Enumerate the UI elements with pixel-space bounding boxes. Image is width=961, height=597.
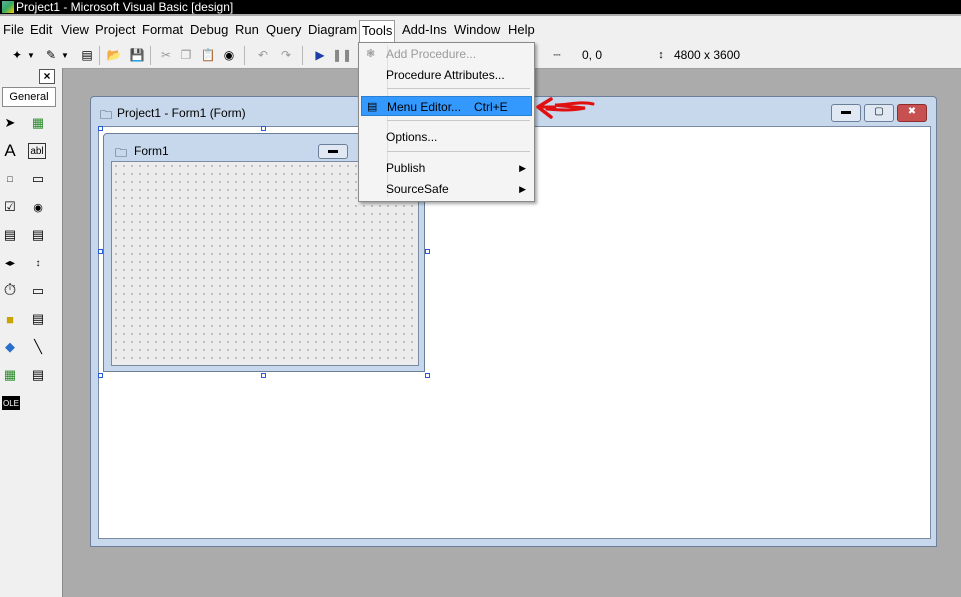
filelistbox-icon[interactable]: ▤ xyxy=(28,309,48,329)
menu-project[interactable]: Project xyxy=(93,21,137,39)
tools-menu-dropdown: ❃ Add Procedure... Procedure Attributes.… xyxy=(358,42,535,202)
menu-item-procedure-attributes[interactable]: Procedure Attributes... xyxy=(361,65,532,85)
submenu-arrow-icon: ▶ xyxy=(519,184,526,194)
menu-query[interactable]: Query xyxy=(264,21,303,39)
menu-separator xyxy=(387,151,530,152)
redo-icon[interactable]: ↷ xyxy=(277,46,295,64)
menu-item-menu-editor[interactable]: ▤ Menu Editor... Ctrl+E xyxy=(361,96,532,116)
toolbox-panel: × General ➤ ▦ A abl □ ▭ ☑ ◉ ▤ ▤ ◂▸ ↕ ⏱ ▭… xyxy=(0,68,63,597)
data-icon[interactable]: ▤ xyxy=(28,365,48,385)
menu-item-add-procedure[interactable]: ❃ Add Procedure... xyxy=(361,44,532,64)
add-project-dropdown-icon[interactable]: ▼ xyxy=(26,46,36,64)
cut-icon[interactable]: ✂ xyxy=(157,46,175,64)
menu-add-ins[interactable]: Add-Ins xyxy=(400,21,449,39)
drivelistbox-icon[interactable]: ▭ xyxy=(28,281,48,301)
form1-title: Form1 xyxy=(134,144,169,158)
add-form-icon[interactable]: ✎ xyxy=(42,46,60,64)
maximize-button[interactable]: ▢ xyxy=(864,104,894,122)
add-project-icon[interactable]: ✦ xyxy=(8,46,26,64)
menu-help[interactable]: Help xyxy=(506,21,537,39)
menu-separator xyxy=(387,120,530,121)
toolbox-close-button[interactable]: × xyxy=(39,69,55,84)
copy-icon[interactable]: ❐ xyxy=(177,46,195,64)
image-icon[interactable]: ▦ xyxy=(0,365,20,385)
pointer-icon[interactable]: ➤ xyxy=(0,113,20,133)
shape-icon[interactable]: ◆ xyxy=(0,337,20,357)
break-icon[interactable]: ❚❚ xyxy=(332,46,352,64)
close-button[interactable]: ✖ xyxy=(897,104,927,122)
menu-debug[interactable]: Debug xyxy=(188,21,230,39)
menu-format[interactable]: Format xyxy=(140,21,185,39)
commandbutton-icon[interactable]: ▭ xyxy=(28,169,48,189)
toolbox-tab-general[interactable]: General xyxy=(2,87,56,107)
window-titlebar: Project1 - Microsoft Visual Basic [desig… xyxy=(0,0,961,14)
textbox-icon[interactable]: abl xyxy=(28,143,46,159)
resize-handle[interactable] xyxy=(261,373,266,378)
add-form-dropdown-icon[interactable]: ▼ xyxy=(60,46,70,64)
menu-view[interactable]: View xyxy=(59,21,91,39)
undo-icon[interactable]: ↶ xyxy=(254,46,272,64)
vscrollbar-icon[interactable]: ↕ xyxy=(28,253,48,273)
form1-minimize-button[interactable]: ▬ xyxy=(318,144,348,159)
menu-diagram[interactable]: Diagram xyxy=(306,21,359,39)
hscrollbar-icon[interactable]: ◂▸ xyxy=(0,253,20,273)
add-procedure-icon: ❃ xyxy=(366,48,376,60)
position-icon: ┈ xyxy=(553,48,561,62)
menu-separator xyxy=(387,88,530,89)
window-title: Project1 - Microsoft Visual Basic [desig… xyxy=(16,0,234,14)
listbox-icon[interactable]: ▤ xyxy=(28,225,48,245)
menu-run[interactable]: Run xyxy=(233,21,261,39)
optionbutton-icon[interactable]: ◉ xyxy=(28,197,48,217)
resize-handle[interactable] xyxy=(425,373,430,378)
menu-item-sourcesafe[interactable]: SourceSafe ▶ xyxy=(361,179,532,199)
timer-icon[interactable]: ⏱ xyxy=(0,281,20,301)
line-icon[interactable]: ╲ xyxy=(28,337,48,357)
start-icon[interactable]: ▶ xyxy=(311,46,329,64)
picturebox-icon[interactable]: ▦ xyxy=(28,113,48,133)
paste-icon[interactable]: 📋 xyxy=(199,46,217,64)
combobox-icon[interactable]: ▤ xyxy=(0,225,20,245)
red-arrow-annotation xyxy=(536,97,595,119)
menu-item-options[interactable]: Options... xyxy=(361,127,532,147)
menu-item-publish[interactable]: Publish ▶ xyxy=(361,158,532,178)
size-readout: 4800 x 3600 xyxy=(674,48,741,62)
form-window-icon: 🗀 xyxy=(100,108,113,122)
menu-file[interactable]: File xyxy=(1,21,26,39)
find-icon[interactable]: ◉ xyxy=(220,46,238,64)
frame-icon[interactable]: □ xyxy=(0,169,20,189)
label-icon[interactable]: A xyxy=(0,141,20,161)
open-project-icon[interactable]: 📂 xyxy=(105,46,123,64)
resize-handle[interactable] xyxy=(98,249,103,254)
position-readout: 0, 0 xyxy=(582,48,603,62)
minimize-button[interactable]: ▬ xyxy=(831,104,861,122)
menu-bar: File Edit View Project Format Debug Run … xyxy=(0,16,961,44)
menu-editor-shortcut: Ctrl+E xyxy=(474,100,508,114)
resize-handle[interactable] xyxy=(98,373,103,378)
menu-editor-toolbar-icon[interactable]: ▤ xyxy=(78,46,96,64)
resize-handle[interactable] xyxy=(261,126,266,131)
save-project-icon[interactable]: 💾 xyxy=(128,46,146,64)
menu-editor-icon: ▤ xyxy=(367,101,378,113)
form-window-title: Project1 - Form1 (Form) xyxy=(117,106,246,120)
menu-tools[interactable]: Tools xyxy=(359,20,396,43)
resize-handle[interactable] xyxy=(425,249,430,254)
menu-edit[interactable]: Edit xyxy=(28,21,54,39)
menu-window[interactable]: Window xyxy=(452,21,502,39)
submenu-arrow-icon: ▶ xyxy=(519,163,526,173)
vb-app-icon xyxy=(2,1,14,13)
size-icon: ↕ xyxy=(658,49,664,61)
checkbox-icon[interactable]: ☑ xyxy=(0,197,20,217)
dirlistbox-icon[interactable]: ■ xyxy=(0,309,20,329)
ole-icon[interactable]: OLE xyxy=(2,396,20,410)
resize-handle[interactable] xyxy=(98,126,103,131)
